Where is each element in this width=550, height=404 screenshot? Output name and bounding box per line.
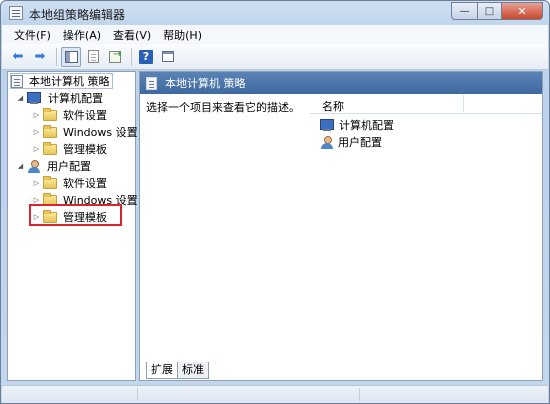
show-action-pane-button[interactable] [158,47,178,67]
status-cell [2,388,138,401]
menu-help[interactable]: 帮助(H) [157,27,208,43]
tab-standard[interactable]: 标准 [177,362,209,379]
caption-buttons: — □ ✕ [451,2,543,20]
column-divider[interactable] [463,95,464,112]
maximize-button[interactable]: □ [477,2,501,20]
policy-icon [11,74,23,88]
collapse-icon[interactable]: ◢ [16,162,25,170]
expand-icon[interactable]: ▷ [32,111,41,119]
tree-item-label: 软件设置 [63,109,107,122]
expand-icon[interactable]: ▷ [32,128,41,136]
description-text: 选择一个项目来查看它的描述。 [146,101,300,114]
details-header: 本地计算机 策略 [140,72,542,94]
status-cell [138,388,360,401]
highlight-annotation-box [29,204,122,226]
list-item-label: 用户配置 [338,136,382,149]
menu-file[interactable]: 文件(F) [8,27,57,43]
tree-item-label: 用户配置 [47,160,91,173]
folder-icon [43,124,57,138]
back-button[interactable]: ⬅ [8,47,28,67]
forward-button[interactable]: ➡ [30,47,50,67]
minimize-button[interactable]: — [451,2,477,20]
help-icon: ? [139,49,153,64]
toolbar: ⬅ ➡ ? [2,44,548,70]
collapse-icon[interactable]: ◢ [16,94,25,102]
tree-item-user-config[interactable]: ◢ 用户配置 [16,158,93,174]
expand-icon[interactable]: ▷ [32,179,41,187]
help-button[interactable]: ? [136,47,156,67]
console-tree[interactable]: 本地计算机 策略 ◢ 计算机配置 ▷ 软件设置 ▷ Windows 设置 ▷ 管… [7,71,138,381]
tree-item-label: Windows 设置 [63,126,138,139]
properties-list-button[interactable] [83,47,103,67]
tree-item-user-software[interactable]: ▷ 软件设置 [32,175,109,191]
tree-item-label: 软件设置 [63,177,107,190]
computer-icon [27,92,42,104]
details-header-title: 本地计算机 策略 [165,77,246,90]
show-hide-tree-button[interactable] [61,46,81,67]
list-item-computer-config[interactable]: 计算机配置 [320,117,394,133]
tree-item-computer-config[interactable]: ◢ 计算机配置 [16,90,105,106]
folder-icon [43,141,57,155]
window-title: 本地组策略编辑器 [29,8,126,22]
user-icon [320,135,334,149]
expand-icon[interactable]: ▷ [32,196,41,204]
expand-icon[interactable]: ▷ [32,145,41,153]
tree-item-label: 管理模板 [63,143,107,156]
list-column-header[interactable]: 名称 [310,95,542,114]
action-pane-icon [162,51,174,62]
menu-action[interactable]: 操作(A) [57,27,107,43]
tree-item-computer-admin[interactable]: ▷ 管理模板 [32,141,109,157]
app-window: 本地组策略编辑器 — □ ✕ 文件(F) 操作(A) 查看(V) 帮助(H) ⬅… [0,0,550,404]
arrow-left-icon: ⬅ [12,49,24,64]
tree-item-local-policy[interactable]: 本地计算机 策略 [10,73,113,89]
close-button[interactable]: ✕ [501,2,543,20]
tree-item-label: 本地计算机 策略 [29,75,110,88]
arrow-right-icon: ➡ [34,49,46,64]
status-bar [2,385,548,403]
computer-icon [320,119,335,131]
title-bar[interactable]: 本地组策略编辑器 — □ ✕ [1,1,549,25]
details-pane: 本地计算机 策略 选择一个项目来查看它的描述。 名称 计算机配置 用户配置 扩展… [139,71,543,381]
folder-icon [43,107,57,121]
export-icon [109,49,121,63]
export-list-button[interactable] [105,47,125,67]
column-name-header[interactable]: 名称 [322,98,344,114]
policy-icon [146,76,157,90]
list-item-user-config[interactable]: 用户配置 [320,134,382,150]
tree-item-computer-software[interactable]: ▷ 软件设置 [32,107,109,123]
group-policy-icon [9,6,23,20]
document-icon [87,50,99,63]
menu-bar: 文件(F) 操作(A) 查看(V) 帮助(H) [2,25,548,44]
tab-extended[interactable]: 扩展 [146,362,178,379]
folder-icon [43,175,57,189]
console-tree-icon [64,50,78,63]
user-icon [27,159,41,173]
view-tabs: 扩展 标准 [146,362,209,379]
list-item-label: 计算机配置 [339,119,394,132]
tree-item-computer-windows[interactable]: ▷ Windows 设置 [32,124,140,140]
tree-item-label: 计算机配置 [48,92,103,105]
toolbar-separator [131,47,132,66]
toolbar-separator [56,47,57,66]
menu-view[interactable]: 查看(V) [107,27,157,43]
